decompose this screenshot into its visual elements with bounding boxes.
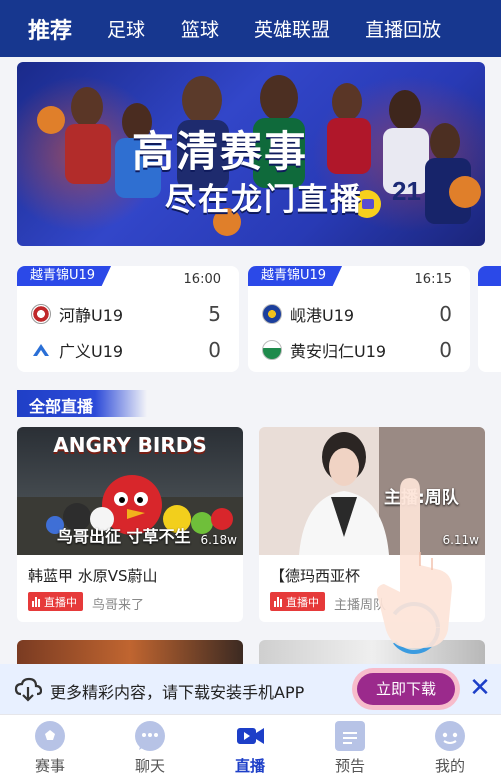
nav-item-events[interactable]: 赛事 <box>20 721 80 776</box>
banner-players-art: 21 <box>37 75 481 236</box>
live-status-badge: 直播中 <box>28 592 83 611</box>
tab-league-of-legends[interactable]: 英雄联盟 <box>254 15 330 42</box>
team-score: 0 <box>439 302 452 326</box>
nav-item-chat[interactable]: 聊天 <box>120 721 180 776</box>
away-team-row: 黄安归仁U19 0 <box>262 338 452 362</box>
viewer-count: 6.18w <box>200 533 237 547</box>
download-button-label: 立即下载 <box>357 673 455 705</box>
team-name: 广义U19 <box>59 342 124 361</box>
team-logo-icon <box>262 304 282 324</box>
nav-item-label: 直播 <box>234 757 265 775</box>
section-title: 全部直播 <box>29 397 94 416</box>
match-card[interactable]: 越青锦U19 16:00 河静U19 5 广义U19 0 <box>17 266 239 372</box>
thumb-caption: 主播:周队 <box>384 488 459 508</box>
tab-replay[interactable]: 直播回放 <box>365 15 441 42</box>
stream-thumbnail: 主播:周队 6.11w <box>259 427 485 555</box>
svg-text:21: 21 <box>392 176 421 206</box>
close-icon[interactable]: ✕ <box>468 675 492 701</box>
tab-basketball[interactable]: 篮球 <box>181 15 219 42</box>
thumb-caption: 鸟哥出征 寸草不生 <box>57 527 191 546</box>
match-card[interactable]: 越青锦U19 16:15 岘港U19 0 黄安归仁U19 0 <box>248 266 470 372</box>
live-stream-card[interactable]: 主播:周队 6.11w 【德玛西亚杯 直播中 主播周队 <box>259 427 485 622</box>
team-logo-icon <box>262 340 282 360</box>
match-card-partial[interactable] <box>478 266 501 372</box>
top-nav: 推荐 足球 篮球 英雄联盟 直播回放 <box>0 0 501 57</box>
bottom-nav: 赛事 聊天 直播 预告 我的 <box>0 714 501 780</box>
promo-banner[interactable]: 21 <box>17 62 485 246</box>
download-message: 更多精彩内容，请下载安装手机APP <box>50 683 305 702</box>
download-app-bar: 更多精彩内容，请下载安装手机APP 立即下载 ✕ <box>0 664 501 714</box>
live-bars-icon <box>274 596 283 607</box>
thumb-brand-text: ANGRY BIRDS <box>53 433 207 457</box>
nav-item-live[interactable]: 直播 <box>220 721 280 776</box>
stream-title: 【德玛西亚杯 <box>270 567 361 585</box>
chat-bubble-icon <box>135 721 165 751</box>
team-name: 岘港U19 <box>290 306 355 325</box>
team-score: 5 <box>208 302 221 326</box>
streamer-name: 鸟哥来了 <box>92 598 145 613</box>
tab-recommend[interactable]: 推荐 <box>28 13 72 45</box>
viewer-count: 6.11w <box>442 533 479 547</box>
soccer-ball-icon <box>35 721 65 751</box>
live-status-badge: 直播中 <box>270 592 325 611</box>
match-time: 16:00 <box>183 272 221 287</box>
team-logo-icon <box>31 304 51 324</box>
tab-football[interactable]: 足球 <box>107 15 145 42</box>
nav-item-label: 赛事 <box>34 757 65 775</box>
team-name: 河静U19 <box>59 306 124 325</box>
status-label: 直播中 <box>44 595 77 609</box>
team-score: 0 <box>439 338 452 362</box>
calendar-icon <box>335 721 365 751</box>
play-badge-icon <box>353 190 381 218</box>
team-score: 0 <box>208 338 221 362</box>
away-team-row: 广义U19 0 <box>31 338 221 362</box>
nav-item-label: 预告 <box>334 757 365 775</box>
profile-icon <box>435 721 465 751</box>
nav-item-label: 聊天 <box>134 757 165 775</box>
live-bars-icon <box>32 596 41 607</box>
home-team-row: 岘港U19 0 <box>262 302 452 326</box>
status-label: 直播中 <box>286 595 319 609</box>
section-header: 全部直播 <box>17 390 147 417</box>
stream-title: 韩蓝甲 水原VS蔚山 <box>28 567 158 585</box>
cloud-download-icon <box>14 677 42 702</box>
video-camera-icon <box>235 721 265 751</box>
league-tag: 越青锦U19 <box>248 266 343 286</box>
stream-thumbnail: ANGRY BIRDS 鸟哥出征 寸草不生 6.18w <box>17 427 243 555</box>
league-tag <box>478 266 501 286</box>
team-name: 黄安归仁U19 <box>290 342 387 361</box>
league-tag: 越青锦U19 <box>17 266 112 286</box>
nav-item-label: 我的 <box>434 757 465 775</box>
nav-item-profile[interactable]: 我的 <box>420 721 480 776</box>
nav-item-schedule[interactable]: 预告 <box>320 721 380 776</box>
home-team-row: 河静U19 5 <box>31 302 221 326</box>
live-stream-card[interactable]: ANGRY BIRDS 鸟哥出征 寸草不生 6.18w 韩蓝甲 水原VS蔚山 直… <box>17 427 243 622</box>
team-logo-icon <box>31 340 51 360</box>
download-now-button[interactable]: 立即下载 <box>352 668 460 710</box>
streamer-name: 主播周队 <box>334 598 387 613</box>
match-time: 16:15 <box>414 272 452 287</box>
